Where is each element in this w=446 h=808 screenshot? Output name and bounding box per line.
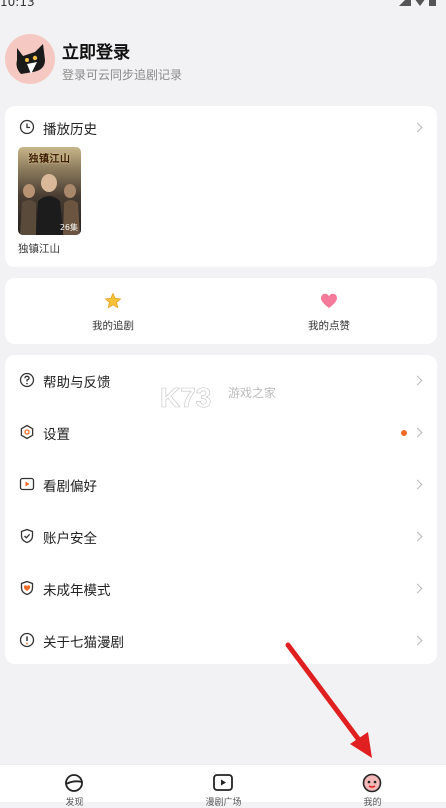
menu-item-label: 看剧偏好 <box>43 479 97 495</box>
my-follows-label: 我的追剧 <box>92 320 134 332</box>
tab-square[interactable]: 漫剧广场 <box>149 765 298 808</box>
bottom-tab-bar: 发现 漫剧广场 我的 <box>0 764 446 808</box>
quick-actions-card: 我的追剧 我的点赞 <box>5 278 437 344</box>
history-header[interactable]: 播放历史 <box>5 106 437 146</box>
menu-item-label: 帮助与反馈 <box>43 375 111 391</box>
profile-header[interactable]: 立即登录 登录可云同步追剧记录 <box>5 34 441 88</box>
chevron-right-icon <box>412 427 423 438</box>
help-icon <box>19 372 35 388</box>
history-item-name: 独镇江山 <box>18 243 60 255</box>
menu-item-security[interactable]: 账户安全 <box>5 511 437 563</box>
history-title: 播放历史 <box>43 122 97 138</box>
login-subtitle: 登录可云同步追剧记录 <box>62 68 183 82</box>
chevron-right-icon <box>412 531 423 542</box>
notification-dot <box>401 430 407 436</box>
poster-thumbnail[interactable]: 独镇江山 26集 <box>18 147 81 235</box>
annotation-arrow-icon <box>285 642 372 758</box>
shield-icon <box>20 528 34 544</box>
play-preference-icon <box>19 477 35 491</box>
chevron-right-icon <box>412 375 423 386</box>
battery-icon <box>429 0 436 6</box>
chevron-right-icon <box>412 583 423 594</box>
wifi-icon <box>415 0 425 6</box>
my-likes-button[interactable]: 我的点赞 <box>221 278 437 344</box>
avatar[interactable] <box>5 34 55 84</box>
video-play-icon <box>213 774 233 791</box>
menu-item-label: 设置 <box>43 427 70 443</box>
my-follows-button[interactable]: 我的追剧 <box>5 278 221 344</box>
chevron-right-icon <box>412 122 423 133</box>
menu-item-minor-mode[interactable]: 未成年模式 <box>5 563 437 615</box>
menu-item-preference[interactable]: 看剧偏好 <box>5 459 437 511</box>
clock-icon <box>19 119 35 135</box>
discover-icon <box>65 774 83 792</box>
status-bar: 10:13 <box>0 0 446 14</box>
episode-count: 26集 <box>59 223 78 232</box>
minor-mode-icon <box>20 580 34 596</box>
tab-discover[interactable]: 发现 <box>0 765 149 808</box>
settings-icon <box>20 424 34 440</box>
star-icon <box>104 292 122 309</box>
watermark-logo: K73 <box>160 382 212 414</box>
login-title[interactable]: 立即登录 <box>62 38 130 63</box>
watermark: K73 游戏之家 <box>160 382 290 416</box>
heart-icon <box>321 293 337 308</box>
signal-icon <box>399 0 411 6</box>
menu-item-label: 账户安全 <box>43 531 97 547</box>
my-likes-label: 我的点赞 <box>308 320 350 332</box>
chevron-right-icon <box>412 635 423 646</box>
chevron-right-icon <box>412 479 423 490</box>
menu-item-label: 关于七猫漫剧 <box>43 635 124 651</box>
tab-mine[interactable]: 我的 <box>298 765 446 808</box>
watermark-subtext: 游戏之家 <box>228 386 277 400</box>
menu-item-label: 未成年模式 <box>43 583 111 599</box>
history-card: 播放历史 独镇江山 26集 独镇江山 <box>5 106 437 267</box>
cat-mascot-icon <box>16 44 45 74</box>
status-time: 10:13 <box>0 0 35 9</box>
profile-icon <box>362 773 382 793</box>
status-icons <box>399 0 436 6</box>
info-icon <box>19 632 35 648</box>
